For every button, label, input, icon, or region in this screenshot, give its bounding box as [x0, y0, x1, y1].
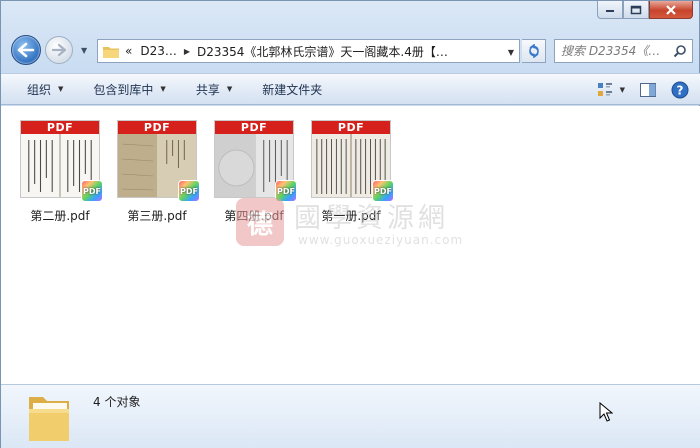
breadcrumb-separator-icon[interactable]: ▶ — [184, 47, 190, 56]
minimize-icon — [606, 9, 614, 12]
details-pane: 4 个对象 — [1, 384, 700, 448]
close-icon — [666, 4, 676, 15]
item-count: 4 个对象 — [93, 395, 141, 409]
breadcrumb-item[interactable]: D23354《北郭林氏宗谱》天一阁藏本.4册【… — [197, 43, 448, 60]
close-button[interactable] — [649, 1, 693, 19]
watermark-title: 國學資源網 — [294, 203, 449, 234]
help-icon: ? — [671, 81, 689, 99]
navigation-bar: ▼ « D23… ▶ D23354《北郭林氏宗谱》天一阁藏本.4册【… ▼ — [1, 31, 700, 69]
search-input[interactable] — [561, 41, 673, 61]
command-bar: 组织 ▼ 包含到库中 ▼ 共享 ▼ 新建文件夹 ▼ ? — [1, 73, 700, 105]
minimize-button[interactable] — [597, 1, 623, 19]
chevron-down-icon: ▼ — [58, 85, 64, 93]
new-folder-button[interactable]: 新建文件夹 — [250, 77, 334, 101]
folder-icon — [103, 46, 119, 58]
pdf-band-label: PDF — [215, 121, 293, 134]
pdf-band-label: PDF — [21, 121, 99, 134]
forward-button[interactable] — [45, 36, 73, 64]
preview-pane-icon — [640, 83, 656, 97]
pdf-band-label: PDF — [312, 121, 390, 134]
search-box[interactable] — [554, 39, 693, 63]
breadcrumb-overflow[interactable]: « — [125, 44, 132, 58]
new-folder-label: 新建文件夹 — [262, 82, 323, 97]
organize-menu[interactable]: 组织 ▼ — [15, 77, 75, 101]
file-item[interactable]: PDF PDF 第二册.pdf — [15, 118, 105, 228]
view-dropdown-icon[interactable]: ▼ — [620, 86, 625, 94]
search-icon[interactable] — [673, 44, 687, 58]
recent-pages-dropdown[interactable]: ▼ — [81, 46, 87, 55]
arrow-left-icon — [17, 42, 35, 58]
include-in-library-menu[interactable]: 包含到库中 ▼ — [81, 77, 177, 101]
address-dropdown-icon[interactable]: ▼ — [508, 48, 514, 57]
svg-text:?: ? — [677, 84, 684, 98]
share-menu[interactable]: 共享 ▼ — [184, 77, 244, 101]
maximize-icon — [630, 5, 642, 14]
include-in-library-label: 包含到库中 — [93, 82, 154, 97]
chevron-down-icon: ▼ — [160, 85, 166, 93]
help-button[interactable]: ? — [667, 78, 693, 102]
view-options-icon — [597, 83, 612, 96]
mouse-cursor-icon — [599, 402, 613, 422]
explorer-window: ▼ « D23… ▶ D23354《北郭林氏宗谱》天一阁藏本.4册【… ▼ 搜索… — [0, 0, 700, 448]
watermark-seal: 德 — [236, 198, 284, 246]
share-label: 共享 — [195, 82, 220, 97]
back-button[interactable] — [11, 35, 41, 65]
file-name[interactable]: 第二册.pdf — [15, 207, 105, 224]
watermark: 德 國學資源網 www.guoxueziyuan.com — [236, 196, 476, 256]
pdf-file-icon: PDF — [81, 180, 103, 202]
file-item[interactable]: PDF PDF 第三册.pdf — [112, 118, 202, 228]
maximize-button[interactable] — [623, 1, 649, 19]
refresh-button[interactable] — [522, 39, 546, 63]
folder-icon — [29, 397, 69, 441]
change-view-button[interactable] — [592, 78, 618, 102]
file-list: PDF PDF 第二册.pdf PDF PDF 第三册.pdf PDF PDF … — [1, 106, 700, 384]
address-bar[interactable]: « D23… ▶ D23354《北郭林氏宗谱》天一阁藏本.4册【… ▼ — [97, 39, 520, 63]
watermark-url: www.guoxueziyuan.com — [298, 233, 464, 247]
chevron-down-icon: ▼ — [226, 85, 233, 93]
file-name[interactable]: 第三册.pdf — [112, 207, 202, 224]
command-bar-right: ▼ ? — [592, 78, 693, 102]
preview-pane-button[interactable] — [635, 78, 661, 102]
pdf-band-label: PDF — [118, 121, 196, 134]
organize-label: 组织 — [27, 82, 52, 97]
breadcrumb-item[interactable]: D23… — [140, 44, 177, 58]
caption-buttons — [597, 1, 693, 19]
arrow-right-icon — [51, 43, 67, 57]
pdf-file-icon: PDF — [178, 180, 200, 202]
refresh-icon — [528, 44, 539, 58]
